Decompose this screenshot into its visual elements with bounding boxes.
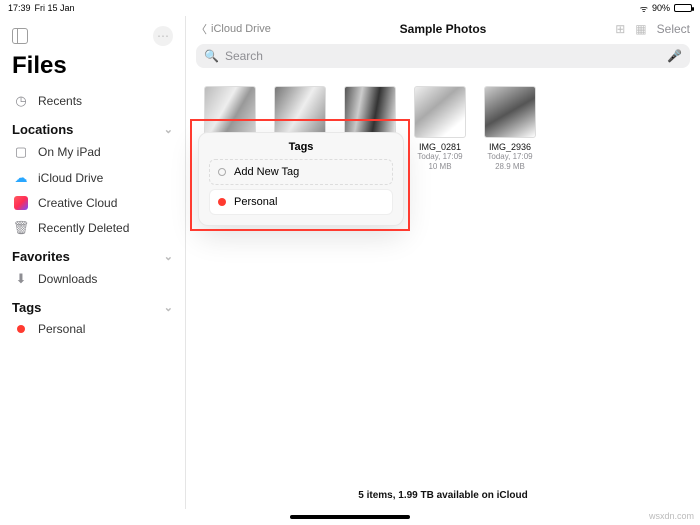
- mic-icon[interactable]: 🎤: [667, 49, 682, 63]
- back-button[interactable]: 〈 iCloud Drive: [196, 21, 336, 37]
- chevron-left-icon: 〈: [196, 21, 207, 37]
- sidebar-item-recently-deleted[interactable]: 🗑 Recently Deleted: [10, 215, 175, 241]
- search-input[interactable]: 🔍 Search 🎤: [196, 44, 690, 68]
- chevron-down-icon: ⌄: [164, 123, 173, 136]
- battery-icon: [674, 4, 692, 12]
- file-thumbnail: [484, 86, 536, 138]
- footer-status: 5 items, 1.99 TB available on iCloud: [186, 490, 700, 501]
- download-icon: ⬇: [12, 271, 30, 287]
- wifi-icon: ᯤ: [640, 2, 648, 15]
- sidebar-toggle-icon[interactable]: [12, 28, 28, 44]
- search-icon: 🔍: [204, 49, 219, 63]
- status-date: Fri 15 Jan: [35, 3, 75, 13]
- sidebar-item-on-my-ipad[interactable]: ▢ On My iPad: [10, 139, 175, 165]
- file-item[interactable]: IMG_2936 Today, 17:09 28.9 MB: [484, 86, 536, 171]
- popover-title: Tags: [209, 139, 393, 159]
- view-options-icon[interactable]: ▦: [635, 22, 646, 36]
- sidebar-section-tags[interactable]: Tags ⌄: [10, 292, 175, 317]
- more-menu-icon[interactable]: ⋯: [153, 26, 173, 46]
- sidebar-item-creative-cloud[interactable]: Creative Cloud: [10, 191, 175, 215]
- trash-icon: 🗑: [12, 220, 30, 236]
- file-thumbnail: [204, 86, 256, 138]
- creative-cloud-icon: [12, 196, 30, 210]
- file-thumbnail: [344, 86, 396, 138]
- ipad-icon: ▢: [12, 144, 30, 160]
- sidebar-label: Recents: [38, 94, 82, 108]
- tag-dot-icon: [12, 325, 30, 333]
- sidebar-item-icloud-drive[interactable]: ☁ iCloud Drive: [10, 165, 175, 191]
- status-time: 17:39: [8, 3, 31, 13]
- sidebar-section-favorites[interactable]: Favorites ⌄: [10, 241, 175, 266]
- home-indicator[interactable]: [290, 515, 410, 519]
- watermark: wsxdn.com: [649, 511, 694, 521]
- page-title: Sample Photos: [336, 22, 550, 36]
- sidebar-item-recents[interactable]: ◷ Recents: [10, 88, 175, 114]
- chevron-down-icon: ⌄: [164, 301, 173, 314]
- file-thumbnail: [414, 86, 466, 138]
- chevron-down-icon: ⌄: [164, 250, 173, 263]
- select-button[interactable]: Select: [657, 22, 690, 36]
- new-folder-icon[interactable]: ⊞: [615, 22, 625, 36]
- file-thumbnail: [274, 86, 326, 138]
- sidebar-tag-personal[interactable]: Personal: [10, 317, 175, 341]
- battery-pct: 90%: [652, 3, 670, 13]
- file-item[interactable]: IMG_0281 Today, 17:09 10 MB: [414, 86, 466, 171]
- tags-popover: Tags Add New Tag Personal: [198, 132, 404, 226]
- nav-bar: 〈 iCloud Drive Sample Photos ⊞ ▦ Select: [186, 16, 700, 42]
- main-content: 〈 iCloud Drive Sample Photos ⊞ ▦ Select …: [186, 16, 700, 509]
- sidebar-item-downloads[interactable]: ⬇ Downloads: [10, 266, 175, 292]
- tag-row-personal[interactable]: Personal: [209, 189, 393, 215]
- tag-dot-icon: [218, 198, 226, 206]
- status-bar: 17:39 Fri 15 Jan ᯤ 90%: [0, 0, 700, 16]
- sidebar-section-locations[interactable]: Locations ⌄: [10, 114, 175, 139]
- sidebar: ⋯ Files ◷ Recents Locations ⌄ ▢ On My iP…: [0, 16, 186, 509]
- clock-icon: ◷: [12, 93, 30, 109]
- empty-tag-icon: [218, 168, 226, 176]
- add-new-tag-row[interactable]: Add New Tag: [209, 159, 393, 185]
- cloud-icon: ☁: [12, 170, 30, 186]
- app-title: Files: [12, 52, 175, 80]
